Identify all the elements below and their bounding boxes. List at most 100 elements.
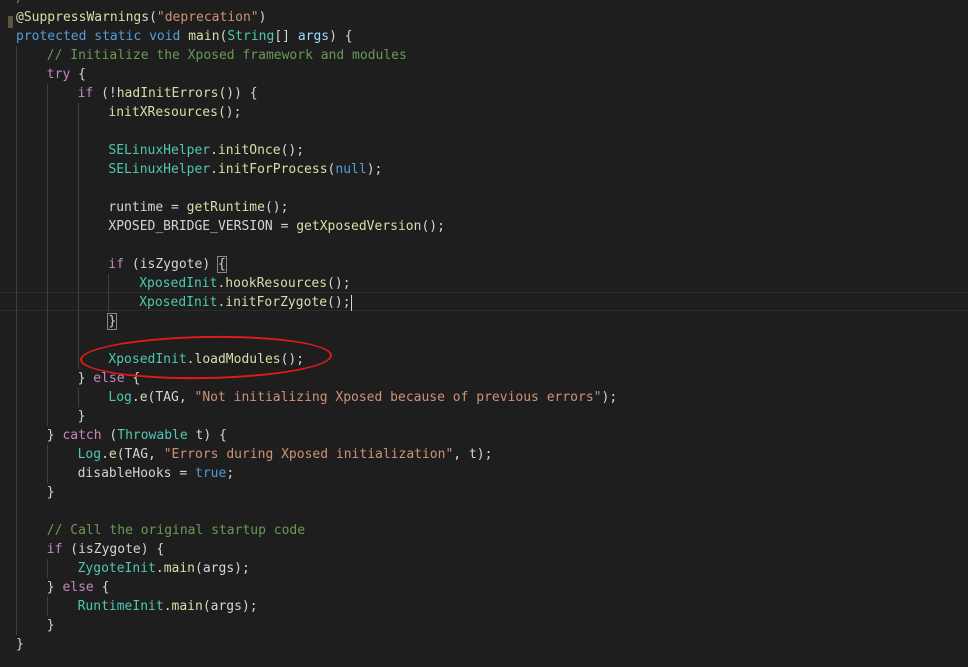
indent-guide [16,616,17,635]
code-token: } [77,371,94,386]
code-line-content: ZygoteInit.main(args); [78,559,250,578]
indent-guide [46,464,48,483]
code-token: Log [77,447,102,462]
code-token: hadInitErrors [116,86,219,101]
code-token: main [171,599,203,614]
code-token: { [70,67,86,82]
code-token: // Initialize the Xposed framework and m… [46,48,407,63]
code-token: { [216,256,227,273]
code-line-content: Log.e(TAG, "Errors during Xposed initial… [78,445,493,464]
code-token: static [94,29,142,44]
indent-guide [16,388,17,407]
code-token: XPOSED_BRIDGE_VERSION = [108,219,297,234]
code-token: e [108,447,117,462]
code-token: RuntimeInit [77,599,164,614]
indent-guide [16,179,17,198]
code-token: try [46,67,71,82]
code-token: (! [93,86,117,101]
indent-guide [16,217,17,236]
code-token: void [149,29,181,44]
code-token: XposedInit [139,276,218,291]
indent-guide [16,122,17,141]
code-editor[interactable]: / @SuppressWarnings("deprecation") protect… [0,0,968,667]
code-token: (TAG, [147,390,195,405]
code-token: getRuntime [186,200,265,215]
indent-guide [46,217,48,236]
indent-guide [77,293,79,312]
code-token: ZygoteInit [77,561,156,576]
code-line-content: if (isZygote) { [47,540,164,559]
indent-guide [16,274,17,293]
code-token: } [46,618,55,633]
indent-guide [46,388,48,407]
code-token: disableHooks = [77,466,195,481]
code-token: true [195,466,227,481]
code-line-content: } [16,635,24,654]
code-token: , t); [453,447,493,462]
code-token: "Errors during Xposed initialization" [163,447,454,462]
indent-guide [16,540,17,559]
code-token: ) [258,10,267,25]
indent-guide [77,103,79,122]
indent-guide [46,445,48,464]
code-token: (); [217,105,242,120]
code-token: if [77,86,94,101]
code-token: @SuppressWarnings [16,10,150,25]
code-token: ( [149,10,157,25]
code-token: "Not initializing Xposed because of prev… [194,390,602,405]
indent-guide [77,179,79,198]
indent-guide [77,274,79,293]
code-token: { [93,580,110,595]
indent-guide [16,293,17,312]
indent-guide [16,483,17,502]
code-line-content: } catch (Throwable t) { [47,426,227,445]
code-line-content: if (isZygote) { [108,255,227,274]
indent-guide [77,255,79,274]
code-token: else [62,580,94,595]
code-token: } [46,428,63,443]
indent-guide [16,255,17,274]
code-token: catch [62,428,102,443]
indent-guide [46,369,48,388]
code-token: (); [327,276,351,291]
indent-guide [16,312,17,331]
code-token: Log [108,390,132,405]
code-token: "deprecation" [156,10,259,25]
code-token: initForZygote [225,295,328,310]
code-line-content: initXResources(); [108,103,241,122]
code-token: SELinuxHelper [108,162,211,177]
indent-guide [108,293,110,312]
code-line-content: protected static void main(String[] args… [16,27,353,46]
gutter-change-marker [8,16,13,28]
code-line-content: XposedInit.hookResources(); [139,274,350,293]
code-line-content: if (!hadInitErrors()) { [78,84,258,103]
code-token: (); [327,295,351,310]
indent-guide [16,236,17,255]
indent-guide [16,198,17,217]
code-token: (); [280,143,305,158]
indent-guide [16,578,17,597]
code-token: main [188,29,220,44]
indent-guide [16,521,17,540]
code-token: if [46,542,63,557]
code-token: SELinuxHelper [108,143,211,158]
code-token: e [139,390,148,405]
code-line-content: } [107,312,118,331]
code-token: main [163,561,196,576]
indent-guide [46,350,48,369]
code-token: ) { [329,29,353,44]
code-token: getXposedVersion [296,219,422,234]
indent-guide [77,331,79,350]
indent-guide [16,559,17,578]
indent-guide [108,274,110,293]
code-line-content: / [16,0,24,8]
code-token: ); [601,390,618,405]
code-token: [] [274,29,298,44]
indent-guide [16,84,17,103]
indent-guide [77,122,79,141]
indent-guide [46,407,48,426]
code-token: (isZygote) [124,257,218,272]
indent-guide [16,597,17,616]
indent-guide [46,597,48,616]
code-line-content: } else { [47,578,110,597]
